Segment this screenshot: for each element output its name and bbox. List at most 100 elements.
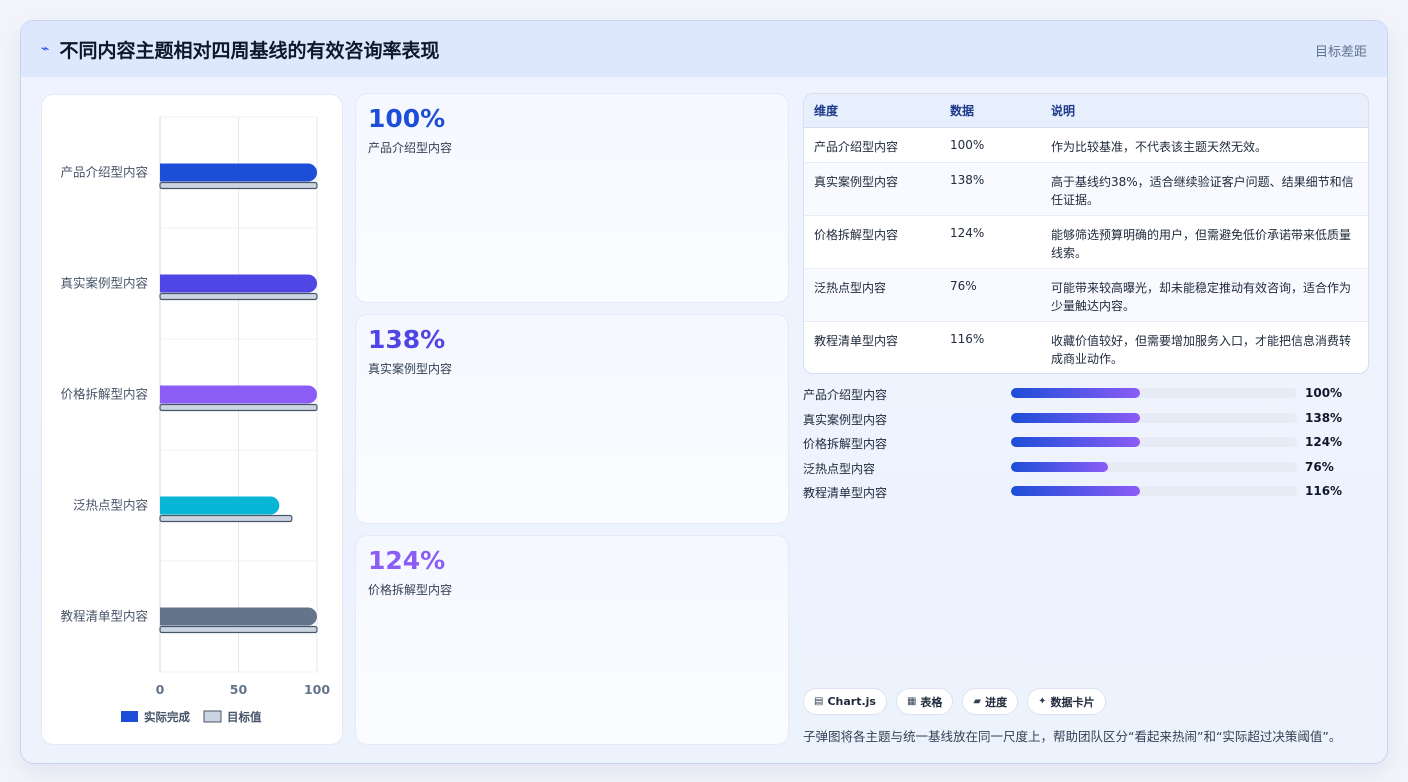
- table-row: 真实案例型内容 138% 高于基线约38%，适合继续验证客户问题、结果细节和信任…: [804, 162, 1368, 216]
- progress-icon: ▰: [973, 696, 982, 707]
- progress-track: [1011, 412, 1297, 423]
- kpi-value: 138%: [368, 325, 446, 354]
- progress-row: 教程清单型内容 116%: [803, 481, 1369, 506]
- progress-track: [1011, 437, 1297, 448]
- table-icon: ▦: [906, 696, 917, 707]
- table-header: 数据: [940, 94, 1041, 128]
- kpi-card: 100% 产品介绍型内容: [355, 93, 789, 303]
- table-cell: 76%: [940, 268, 1041, 322]
- table-cell: 124%: [940, 215, 1041, 269]
- header: ⌁ 不同内容主题相对四周基线的有效咨询率表现 目标差距: [21, 21, 1387, 77]
- actual-bar: [160, 274, 317, 293]
- kpi-label: 真实案例型内容: [368, 362, 453, 376]
- progress-fill: [1011, 388, 1140, 398]
- chip-progress[interactable]: ▰ 进度: [962, 688, 1019, 715]
- dashboard-card: ⌁ 不同内容主题相对四周基线的有效咨询率表现 目标差距 产品介绍型内容 真实案例型…: [20, 20, 1388, 764]
- table-cell: 产品介绍型内容: [804, 127, 940, 163]
- sparkle-icon: ✦: [1038, 696, 1047, 707]
- category-label: 真实案例型内容: [60, 276, 148, 291]
- table-cell: 高于基线约38%，适合继续验证客户问题、结果细节和信任证据。: [1041, 162, 1368, 216]
- category-label: 产品介绍型内容: [60, 165, 148, 180]
- table-cell: 教程清单型内容: [814, 333, 899, 348]
- progress-row: 价格拆解型内容 124%: [803, 432, 1369, 457]
- actual-bar: [160, 385, 317, 404]
- progress-track: [1011, 461, 1297, 472]
- chip-label: Chart.js: [827, 695, 876, 708]
- target-bar: [159, 292, 318, 301]
- progress-track: [1011, 486, 1297, 497]
- legend-swatch-target: [203, 710, 222, 723]
- table-cell: 泛热点型内容: [804, 268, 940, 322]
- kpi-card: 138% 真实案例型内容: [355, 314, 789, 524]
- kpi-value: 124%: [368, 546, 446, 575]
- progress-value: 124%: [1305, 435, 1343, 450]
- target-bar: [159, 403, 318, 412]
- table-header: 维度: [804, 94, 940, 128]
- progress-row: 泛热点型内容 76%: [803, 457, 1369, 482]
- table-row: 价格拆解型内容 124% 能够筛选预算明确的用户，但需避免低价承诺带来低质量线索…: [804, 215, 1368, 269]
- bullet-chart-panel: 产品介绍型内容 真实案例型内容 价格拆解型内容泛热点型内容教程清单型内容 0 50 100…: [41, 94, 343, 745]
- kpi-label: 产品介绍型内容: [368, 141, 453, 155]
- chip-row: ▤ Chart.js ▦ 表格 ▰ 进度 ✦ 数据卡片: [803, 688, 1106, 715]
- kpi-card: 124% 价格拆解型内容: [355, 535, 789, 745]
- chip-label: 进度: [985, 695, 1008, 709]
- table-cell: 116%: [950, 331, 985, 346]
- chip-data-card[interactable]: ✦ 数据卡片: [1027, 688, 1106, 715]
- kpi-label: 价格拆解型内容: [368, 583, 453, 597]
- legend-swatch-actual: [121, 711, 138, 722]
- table-row: 泛热点型内容 76% 可能带来较高曝光，却未能稳定推动有效咨询，适合作为少量触达…: [804, 268, 1368, 322]
- x-tick-label: 0: [156, 682, 165, 697]
- chip-table[interactable]: ▦ 表格: [895, 688, 954, 715]
- data-table: 维度 数据 说明 产品介绍型内容 100% 作为比较基准，不代表该主题天然无效。…: [803, 93, 1369, 374]
- category-label: 泛热点型内容: [73, 498, 148, 513]
- table-cell: 138%: [940, 162, 1041, 216]
- progress-fill: [1011, 412, 1140, 423]
- chip-label: 数据卡片: [1050, 695, 1095, 709]
- page-title: 不同内容主题相对四周基线的有效咨询率表现: [59, 39, 440, 62]
- chip-chartjs[interactable]: ▤ Chart.js: [803, 688, 887, 715]
- actual-bar: [160, 607, 317, 626]
- category-label: 教程清单型内容: [60, 609, 148, 624]
- bullet-chart: 产品介绍型内容真实案例型内容价格拆解型内容泛热点型内容教程清单型内容 0 50 100…: [60, 116, 330, 724]
- progress-label: 泛热点型内容: [803, 461, 876, 476]
- pulse-icon: ⌁: [41, 41, 50, 57]
- header-tag: 目标差距: [1314, 45, 1367, 60]
- progress-fill: [1011, 486, 1140, 497]
- x-tick-label: 100: [304, 682, 330, 697]
- chart-icon: ▤: [814, 696, 824, 707]
- table-cell: 作为比较基准，不代表该主题天然无效。: [1041, 127, 1368, 163]
- target-bar: [159, 625, 318, 634]
- progress-value: 138%: [1305, 410, 1343, 425]
- chip-label: 表格: [920, 695, 943, 709]
- footnote: 子弹图将各主题与统一基线放在同一尺度上，帮助团队区分“看起来热闹”和“实际超过决…: [803, 729, 1342, 744]
- progress-fill: [1011, 461, 1109, 472]
- category-label: 价格拆解型内容: [60, 387, 148, 402]
- x-tick-label: 50: [230, 682, 248, 697]
- table-cell: 100%: [940, 127, 1041, 163]
- legend-label: 实际完成: [144, 710, 190, 724]
- progress-label: 产品介绍型内容: [803, 388, 888, 402]
- progress-value: 116%: [1305, 484, 1343, 499]
- progress-fill: [1011, 437, 1140, 448]
- progress-value: 100%: [1305, 386, 1343, 400]
- table-cell: 收藏价值较好，但需要增加服务入口，才能把信息消费转成商业动作。: [1051, 333, 1352, 366]
- progress-label: 教程清单型内容: [803, 486, 888, 501]
- table-cell: 能够筛选预算明确的用户，但需避免低价承诺带来低质量线索。: [1041, 215, 1368, 269]
- target-bar: [159, 181, 318, 190]
- progress-label: 真实案例型内容: [803, 412, 888, 427]
- table-row: 产品介绍型内容 100% 作为比较基准，不代表该主题天然无效。: [804, 127, 1368, 163]
- table-row: 教程清单型内容 116% 收藏价值较好，但需要增加服务入口，才能把信息消费转成商…: [804, 321, 1368, 373]
- progress-label: 价格拆解型内容: [803, 437, 888, 452]
- progress-track: [1011, 388, 1297, 398]
- progress-row: 产品介绍型内容 100%: [803, 383, 1369, 408]
- progress-value: 76%: [1305, 459, 1334, 474]
- table-cell: 价格拆解型内容: [804, 215, 940, 269]
- table-cell: 可能带来较高曝光，却未能稳定推动有效咨询，适合作为少量触达内容。: [1041, 268, 1368, 322]
- actual-bar: [160, 163, 317, 182]
- legend-label: 目标值: [227, 710, 262, 724]
- table-header: 说明: [1041, 94, 1368, 128]
- table-cell: 真实案例型内容: [804, 162, 940, 216]
- actual-bar: [160, 496, 280, 515]
- target-bar: [159, 514, 293, 523]
- progress-list: 产品介绍型内容 100% 真实案例型内容 138% 价格拆解型内容 124% 泛…: [803, 383, 1369, 506]
